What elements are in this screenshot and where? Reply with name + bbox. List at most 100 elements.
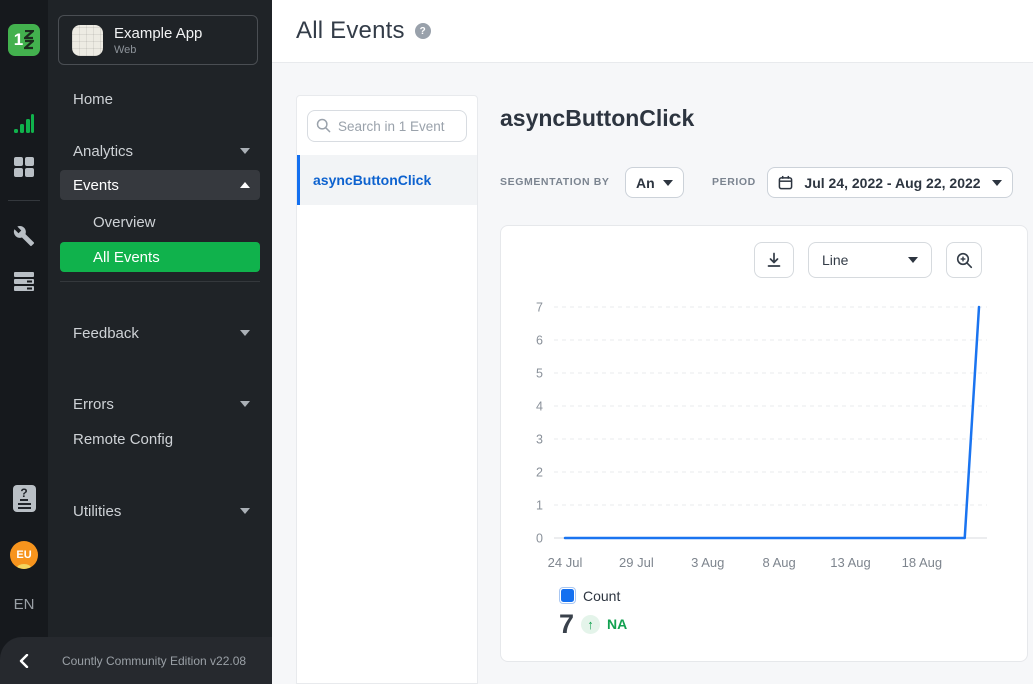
sidebar-item-label: Overview xyxy=(93,214,250,231)
event-list-panel: asyncButtonClick xyxy=(296,95,478,684)
sidebar-footer: Countly Community Edition v22.08 xyxy=(0,637,272,684)
chart-type-select[interactable]: Line xyxy=(808,242,932,278)
segmentation-select[interactable]: An xyxy=(625,167,684,198)
docs-help-glyph: ? xyxy=(13,485,36,512)
countly-dashboard: 1 xyxy=(0,0,1033,684)
chevron-down-icon xyxy=(992,180,1002,186)
chevron-down-icon xyxy=(240,508,250,514)
chevron-down-icon xyxy=(663,180,673,186)
version-label: Countly Community Edition v22.08 xyxy=(48,654,272,668)
svg-text:4: 4 xyxy=(536,400,543,414)
logo-glyph: 1 xyxy=(14,30,23,50)
app-name: Example App xyxy=(114,25,202,42)
svg-text:5: 5 xyxy=(536,367,543,381)
help-icon[interactable]: ? xyxy=(415,23,431,39)
language-switcher[interactable]: EN xyxy=(0,588,48,620)
period-value: Jul 24, 2022 - Aug 22, 2022 xyxy=(804,175,980,191)
sidebar-item-events[interactable]: Events xyxy=(60,170,260,200)
svg-text:3 Aug: 3 Aug xyxy=(691,555,724,570)
page-header: All Events ? xyxy=(272,0,1033,63)
event-detail-title: asyncButtonClick xyxy=(500,105,694,132)
app-type: Web xyxy=(114,44,202,56)
event-detail: asyncButtonClick SEGMENTATION BY An PERI… xyxy=(500,63,1033,684)
icon-rail: 1 xyxy=(0,0,48,684)
svg-text:6: 6 xyxy=(536,334,543,348)
sidebar-item-feedback[interactable]: Feedback xyxy=(60,318,260,348)
server-stack-icon[interactable] xyxy=(0,265,48,297)
chevron-down-icon xyxy=(240,401,250,407)
app-icon xyxy=(72,25,103,56)
sidebar-item-utilities[interactable]: Utilities xyxy=(60,496,260,526)
svg-text:29 Jul: 29 Jul xyxy=(619,555,654,570)
app-meta: Example App Web xyxy=(114,25,202,56)
sidebar-item-analytics[interactable]: Analytics xyxy=(60,136,260,166)
avatar-initials-badge: EU xyxy=(10,541,38,569)
countly-logo-icon[interactable]: 1 xyxy=(8,24,40,56)
collapse-sidebar-button[interactable] xyxy=(0,637,48,684)
legend-value-row: 7 ↑ NA xyxy=(559,610,627,638)
chevron-down-icon xyxy=(240,330,250,336)
sidebar-item-label: Feedback xyxy=(73,325,240,342)
sidebar-item-label: All Events xyxy=(93,249,250,266)
svg-text:18 Aug: 18 Aug xyxy=(902,555,943,570)
chevron-down-icon xyxy=(240,148,250,154)
language-label: EN xyxy=(14,596,35,613)
main-sidebar: Example App Web Home Analytics Events Ov… xyxy=(48,0,272,684)
sidebar-item-label: Remote Config xyxy=(73,431,250,448)
sidebar-item-remote-config[interactable]: Remote Config xyxy=(60,424,260,454)
legend-total-value: 7 xyxy=(559,610,574,638)
segmentation-value: An xyxy=(636,175,655,191)
svg-text:13 Aug: 13 Aug xyxy=(830,555,871,570)
download-chart-button[interactable] xyxy=(754,242,794,278)
event-list-item-selected[interactable]: asyncButtonClick xyxy=(297,155,477,205)
line-chart[interactable]: 0 1 2 3 4 5 6 7 24 Jul 29 Jul 3 Aug 8 Aug 13 Aug 18 A… xyxy=(501,292,1029,592)
chart-legend: Count 7 ↑ NA xyxy=(559,587,627,638)
rail-divider xyxy=(8,200,40,201)
analytics-bars-icon[interactable] xyxy=(0,108,48,140)
checkbox-fill xyxy=(561,589,574,602)
user-avatar[interactable]: EU xyxy=(0,539,48,571)
sidebar-item-label: Home xyxy=(73,91,250,108)
legend-change-value: NA xyxy=(607,616,627,632)
zoom-in-button[interactable] xyxy=(946,242,982,278)
chart-card: Line 0 1 2 3 4 5 6 7 24 Jul 29 Jul 3 Aug 8 Aug 13 Au… xyxy=(500,225,1028,662)
event-search-input[interactable] xyxy=(307,110,467,142)
docs-help-icon[interactable]: ? xyxy=(0,482,48,514)
svg-text:24 Jul: 24 Jul xyxy=(548,555,583,570)
svg-text:2: 2 xyxy=(536,466,543,480)
event-search xyxy=(307,110,467,142)
svg-text:7: 7 xyxy=(536,301,543,315)
sidebar-item-label: Utilities xyxy=(73,503,240,520)
sidebar-item-errors[interactable]: Errors xyxy=(60,389,260,419)
search-icon xyxy=(316,118,331,133)
sidebar-item-label: Analytics xyxy=(73,143,240,160)
sidebar-divider xyxy=(60,281,260,282)
tools-wrench-icon[interactable] xyxy=(0,220,48,252)
period-picker[interactable]: Jul 24, 2022 - Aug 22, 2022 xyxy=(767,167,1013,198)
sidebar-item-home[interactable]: Home xyxy=(60,84,260,114)
sidebar-item-overview[interactable]: Overview xyxy=(60,207,260,237)
magnifier-plus-icon xyxy=(956,252,973,269)
avatar-initials: EU xyxy=(16,549,31,561)
svg-text:3: 3 xyxy=(536,433,543,447)
sidebar-item-all-events[interactable]: All Events xyxy=(60,242,260,272)
svg-text:1: 1 xyxy=(536,499,543,513)
chevron-left-icon xyxy=(18,654,30,668)
period-label: PERIOD xyxy=(712,176,756,188)
sidebar-item-label: Errors xyxy=(73,396,240,413)
app-selector[interactable]: Example App Web xyxy=(58,15,258,65)
chart-type-value: Line xyxy=(822,252,908,268)
svg-text:8 Aug: 8 Aug xyxy=(763,555,796,570)
trend-up-icon: ↑ xyxy=(581,615,600,634)
chevron-up-icon xyxy=(240,182,250,188)
legend-series-label: Count xyxy=(583,588,620,604)
chart-toolbar: Line xyxy=(754,242,982,278)
chevron-down-icon xyxy=(908,257,918,263)
apps-grid-icon[interactable] xyxy=(0,151,48,183)
event-name: asyncButtonClick xyxy=(313,172,431,188)
svg-text:0: 0 xyxy=(536,532,543,546)
segmentation-label: SEGMENTATION BY xyxy=(500,176,610,188)
download-icon xyxy=(766,252,782,268)
checkbox-checked-icon xyxy=(559,587,576,604)
legend-series-toggle[interactable]: Count xyxy=(559,587,627,604)
